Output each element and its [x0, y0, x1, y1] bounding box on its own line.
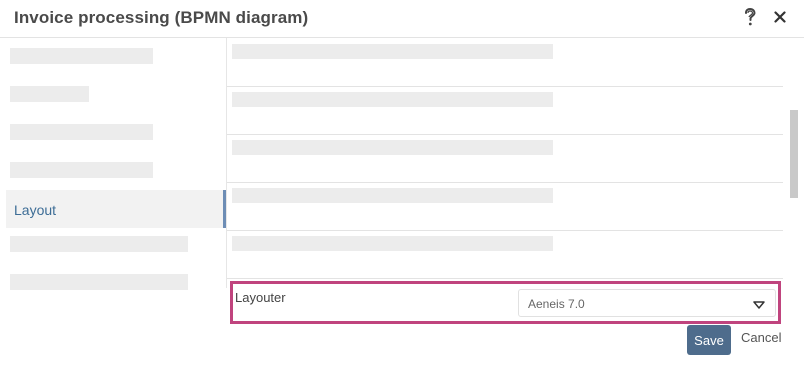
save-button[interactable]: Save: [687, 325, 731, 355]
close-icon[interactable]: [770, 7, 790, 27]
sidebar-item-label: Layout: [14, 202, 57, 218]
scrollbar-thumb[interactable]: [790, 110, 798, 198]
layouter-label: Layouter: [235, 290, 286, 305]
sidebar-item-placeholder[interactable]: [10, 274, 188, 290]
sidebar-item-placeholder[interactable]: [10, 162, 153, 178]
sidebar-item-placeholder[interactable]: [10, 124, 153, 140]
dialog-title: Invoice processing (BPMN diagram): [14, 8, 309, 27]
sidebar-item-placeholder[interactable]: [10, 86, 89, 102]
sidebar-item-layout[interactable]: Layout: [6, 190, 226, 228]
sidebar-item-placeholder[interactable]: [10, 48, 153, 64]
setting-row-placeholder: [227, 183, 783, 231]
layouter-setting-row: Layouter Aeneis 7.0: [230, 281, 781, 324]
cancel-button[interactable]: Cancel: [741, 330, 781, 345]
dialog-header: Invoice processing (BPMN diagram): [0, 0, 804, 38]
layouter-select[interactable]: Aeneis 7.0: [518, 289, 776, 317]
setting-row-placeholder: [227, 231, 783, 279]
help-question-icon[interactable]: [740, 7, 760, 27]
chevron-down-icon: [752, 298, 766, 310]
setting-row-placeholder: [227, 87, 783, 135]
sidebar-item-placeholder[interactable]: [10, 236, 188, 252]
setting-row-placeholder: [227, 39, 783, 87]
setting-row-placeholder: [227, 135, 783, 183]
layouter-selected-value: Aeneis 7.0: [528, 297, 585, 311]
